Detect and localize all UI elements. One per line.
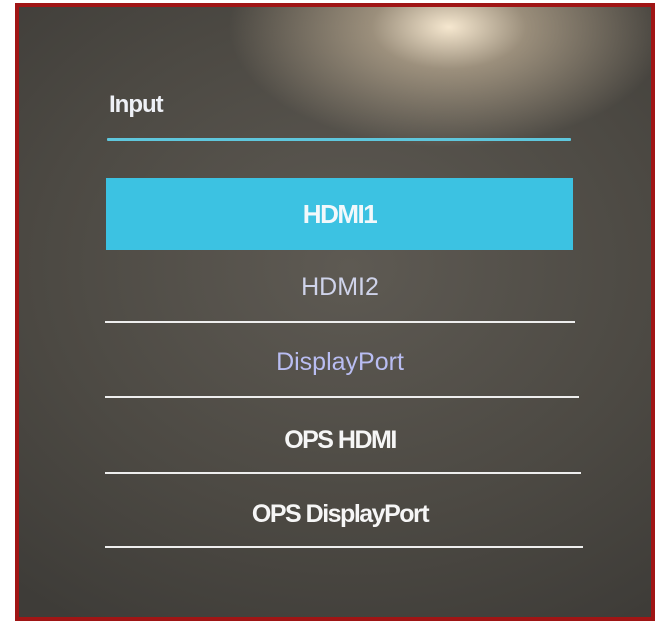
input-option-displayport[interactable]: DisplayPort [107,347,573,377]
input-option-ops-displayport[interactable]: OPS DisplayPort [107,499,573,529]
osd-menu-title: Input [109,91,164,118]
title-underline [107,138,571,141]
input-option-hdmi1[interactable]: HDMI1 [106,178,573,250]
option-divider [105,396,579,398]
option-divider [105,321,575,323]
input-option-hdmi2[interactable]: HDMI2 [107,272,573,302]
option-divider [105,472,581,474]
monitor-screen: Input HDMI1 HDMI2 DisplayPort OPS HDMI O… [15,3,655,621]
input-option-ops-hdmi[interactable]: OPS HDMI [107,425,573,455]
option-divider [105,546,583,548]
